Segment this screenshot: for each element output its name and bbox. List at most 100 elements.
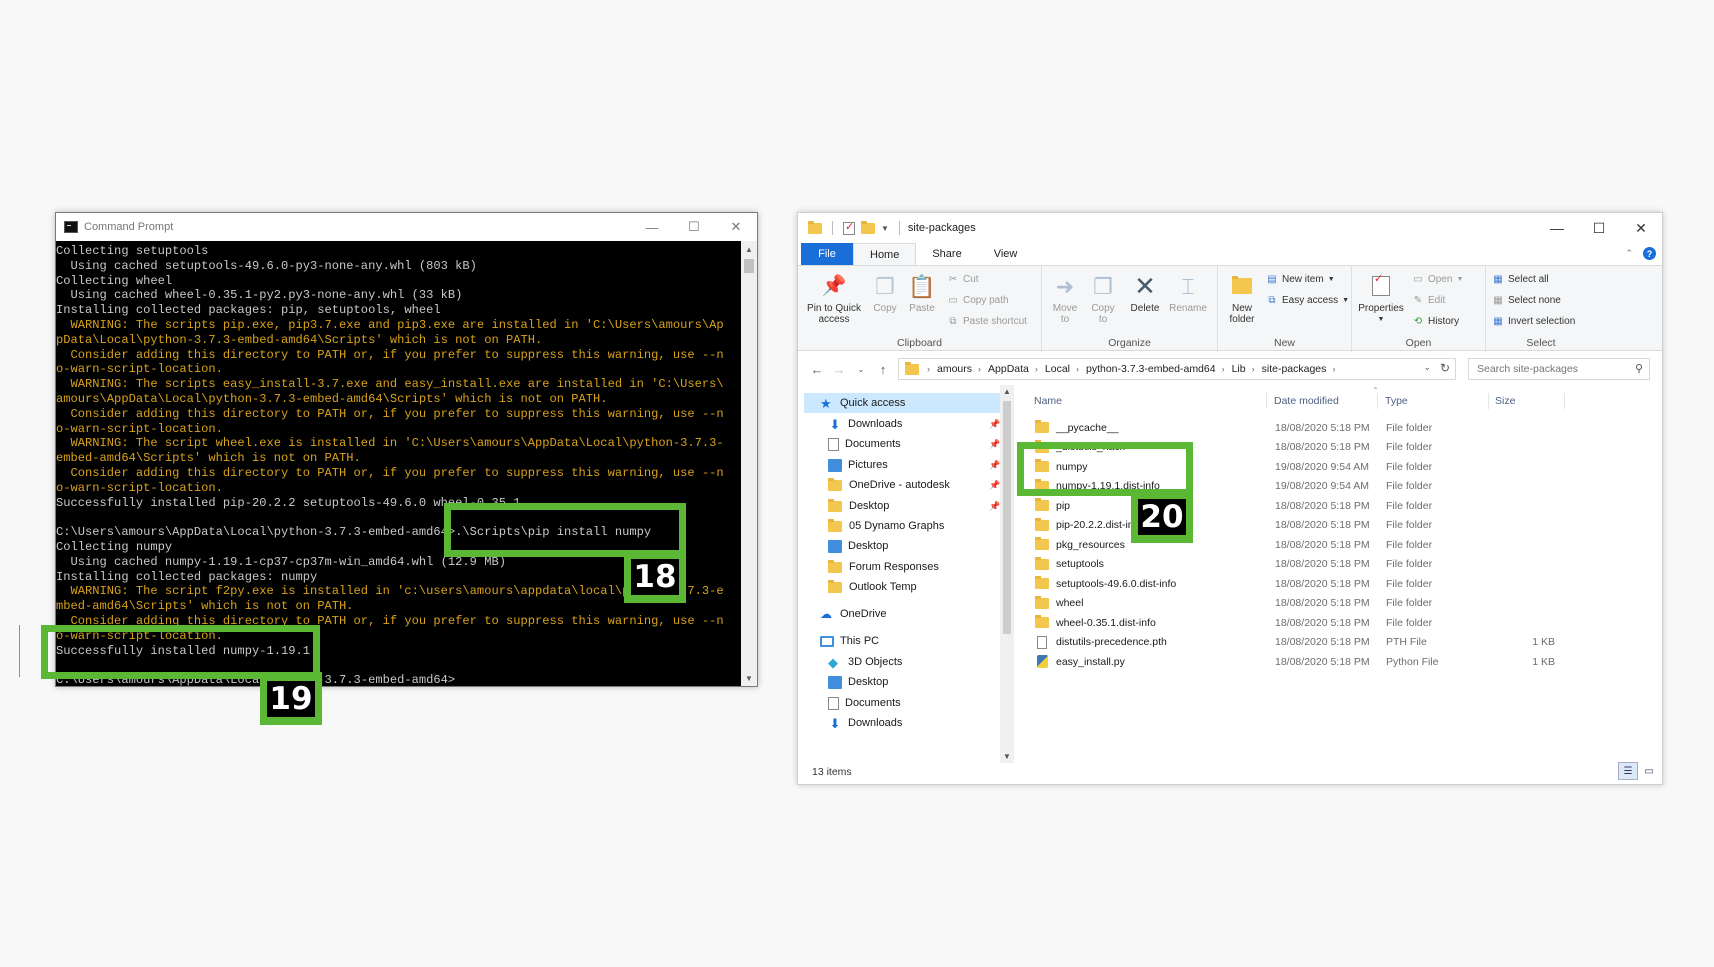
search-input[interactable]: Search site-packages [1477, 363, 1578, 375]
scroll-down-icon[interactable]: ▼ [1000, 752, 1014, 761]
file-row[interactable]: setuptools-49.6.0.dist-info 18/08/2020 5:… [1035, 574, 1645, 594]
maximize-icon[interactable]: ☐ [1578, 213, 1620, 243]
nav-item-documents[interactable]: Documents 📌 [798, 434, 1000, 454]
file-row[interactable]: wheel 18/08/2020 5:18 PM File folder [1035, 594, 1645, 614]
new-folder-qa-icon[interactable] [861, 220, 875, 234]
breadcrumb-amours[interactable]: amours [937, 363, 972, 375]
copy-to-button[interactable]: ❐ Copy to [1086, 272, 1120, 325]
breadcrumb-chevron-icon[interactable]: › [1252, 364, 1255, 374]
details-view-icon[interactable]: ☰ [1618, 762, 1638, 780]
file-row[interactable]: setuptools 18/08/2020 5:18 PM File folder [1035, 555, 1645, 575]
forward-arrow-icon[interactable]: → [828, 362, 850, 377]
paste-shortcut-button[interactable]: ⧉ Paste shortcut [947, 313, 1027, 330]
nav-item-quick-access[interactable]: ★ Quick access [804, 393, 1000, 413]
file-row[interactable]: pip-20.2.2.dist-info 18/08/2020 5:18 PM Fi… [1035, 516, 1645, 536]
column-date-modified[interactable]: Date modified [1268, 389, 1379, 413]
breadcrumb-local[interactable]: Local [1045, 363, 1070, 375]
scroll-up-icon[interactable]: ▲ [741, 241, 757, 257]
cmd-title-bar[interactable]: Command Prompt — ☐ ✕ [56, 213, 757, 241]
nav-item-forum-responses[interactable]: Forum Responses [798, 557, 1000, 577]
nav-item-this-pc[interactable]: This PC [798, 631, 1000, 651]
collapse-ribbon-chevron-icon[interactable]: ⌃ [1625, 248, 1633, 259]
nav-item-onedrive[interactable]: ☁ OneDrive [798, 604, 1000, 624]
address-dropdown-icon[interactable]: ⌄ [1423, 362, 1431, 373]
minimize-icon[interactable]: — [1536, 213, 1578, 243]
recent-locations-chevron-icon[interactable]: ⌄ [850, 365, 872, 374]
search-box[interactable]: Search site-packages ⚲ [1468, 358, 1650, 380]
nav-pane-scrollbar[interactable]: ▲ ▼ [1000, 385, 1014, 763]
cmd-console-output[interactable]: Collecting setuptools Using cached setup… [56, 241, 740, 686]
explorer-title-bar[interactable]: ▼ site-packages — ☐ ✕ [798, 213, 1662, 243]
new-item-button[interactable]: ▤ New item ▼ [1266, 271, 1334, 288]
minimize-icon[interactable]: — [631, 213, 673, 241]
breadcrumb-chevron-icon[interactable]: › [1332, 364, 1335, 374]
up-arrow-icon[interactable]: ↑ [872, 362, 894, 377]
breadcrumb-appdata[interactable]: AppData [988, 363, 1029, 375]
tab-file[interactable]: File [801, 243, 853, 265]
tab-view[interactable]: View [978, 243, 1034, 265]
close-icon[interactable]: ✕ [1620, 213, 1662, 243]
file-row[interactable]: __pycache__ 18/08/2020 5:18 PM File folder [1035, 418, 1645, 438]
breadcrumb-python-3-7-3-embed-amd64[interactable]: python-3.7.3-embed-amd64 [1086, 363, 1216, 375]
properties-qa-icon[interactable] [843, 220, 855, 235]
tab-home[interactable]: Home [853, 243, 917, 265]
cmd-scroll-thumb[interactable] [744, 259, 754, 273]
nav-item-05-dynamo-graphs[interactable]: 05 Dynamo Graphs [798, 516, 1000, 536]
column-type[interactable]: Type [1379, 389, 1489, 413]
nav-scroll-thumb[interactable] [1003, 401, 1011, 634]
nav-item-downloads[interactable]: ⬇ Downloads 📌 [798, 414, 1001, 434]
rename-button[interactable]: ⌶ Rename [1166, 272, 1210, 314]
file-row[interactable]: pip 18/08/2020 5:18 PM File folder [1035, 496, 1645, 516]
back-arrow-icon[interactable]: ← [806, 362, 828, 377]
nav-item-desktop[interactable]: Desktop 📌 [798, 496, 1000, 516]
nav-item-pictures[interactable]: Pictures 📌 [798, 455, 1000, 475]
breadcrumb-chevron-icon[interactable]: › [1076, 364, 1079, 374]
large-icons-view-icon[interactable]: ▭ [1639, 762, 1659, 780]
copy-button[interactable]: ❐ Copy [868, 272, 902, 314]
select-all-button[interactable]: ▦ Select all [1492, 271, 1548, 288]
new-folder-button[interactable]: New folder [1222, 272, 1262, 325]
close-icon[interactable]: ✕ [715, 213, 757, 241]
nav-item-downloads[interactable]: ⬇ Downloads [798, 713, 1000, 733]
address-bar[interactable]: › amours › AppData › Local › python-3.7.3-embe… [898, 358, 1456, 380]
maximize-icon[interactable]: ☐ [673, 213, 715, 241]
file-row[interactable]: easy_install.py 18/08/2020 5:18 PM Python … [1035, 652, 1645, 672]
history-button[interactable]: ⟲ History [1412, 313, 1459, 330]
edit-button[interactable]: ✎ Edit [1412, 292, 1445, 309]
select-none-button[interactable]: ▦ Select none [1492, 292, 1561, 309]
scroll-down-icon[interactable]: ▼ [741, 670, 757, 686]
nav-item-outlook-temp[interactable]: Outlook Temp [798, 577, 1000, 597]
breadcrumb-chevron-icon[interactable]: › [1222, 364, 1225, 374]
nav-item-desktop[interactable]: Desktop [798, 536, 1000, 556]
tab-share[interactable]: Share [916, 243, 977, 265]
open-button[interactable]: ▭ Open ▼ [1412, 271, 1463, 288]
file-row[interactable]: wheel-0.35.1.dist-info 18/08/2020 5:18 PM… [1035, 613, 1645, 633]
cmd-scrollbar[interactable]: ▲ ▼ [741, 241, 757, 686]
scroll-up-icon[interactable]: ▲ [1000, 387, 1014, 396]
breadcrumb-lib[interactable]: Lib [1232, 363, 1246, 375]
refresh-icon[interactable]: ↻ [1440, 361, 1450, 375]
nav-item-desktop[interactable]: Desktop [798, 672, 1000, 692]
help-icon[interactable]: ? [1643, 247, 1656, 260]
column-size[interactable]: Size [1489, 389, 1564, 413]
nav-item-onedrive-autodesk[interactable]: OneDrive - autodesk 📌 [798, 475, 1000, 495]
column-name[interactable]: Name [1028, 389, 1268, 413]
file-row[interactable]: pkg_resources 18/08/2020 5:18 PM File fold… [1035, 535, 1645, 555]
cut-button[interactable]: ✂ Cut [947, 271, 979, 288]
properties-button[interactable]: Properties ▼ [1356, 272, 1406, 325]
copy-path-button[interactable]: ▭ Copy path [947, 292, 1008, 309]
paste-button[interactable]: 📋 Paste [904, 272, 940, 314]
move-to-button[interactable]: ➜ Move to [1048, 272, 1082, 325]
search-icon[interactable]: ⚲ [1635, 362, 1643, 375]
file-row[interactable]: distutils-precedence.pth 18/08/2020 5:18 … [1035, 633, 1645, 653]
invert-selection-button[interactable]: ▦ Invert selection [1492, 313, 1575, 330]
navigation-pane[interactable]: ★ Quick access ⬇ Downloads 📌 Documents 📌 Pictur… [798, 393, 1012, 763]
easy-access-button[interactable]: ⧉ Easy access ▼ [1266, 292, 1349, 309]
nav-item-documents[interactable]: Documents [798, 693, 1000, 713]
customize-qa-chevron-icon[interactable]: ▼ [881, 224, 889, 233]
breadcrumb-site-packages[interactable]: site-packages [1262, 363, 1327, 375]
pin-to-quick-access-button[interactable]: 📌 Pin to Quick access [804, 272, 864, 326]
breadcrumb-chevron-icon[interactable]: › [978, 364, 981, 374]
delete-button[interactable]: ✕ Delete [1126, 272, 1164, 315]
breadcrumb-chevron-icon[interactable]: › [1035, 364, 1038, 374]
